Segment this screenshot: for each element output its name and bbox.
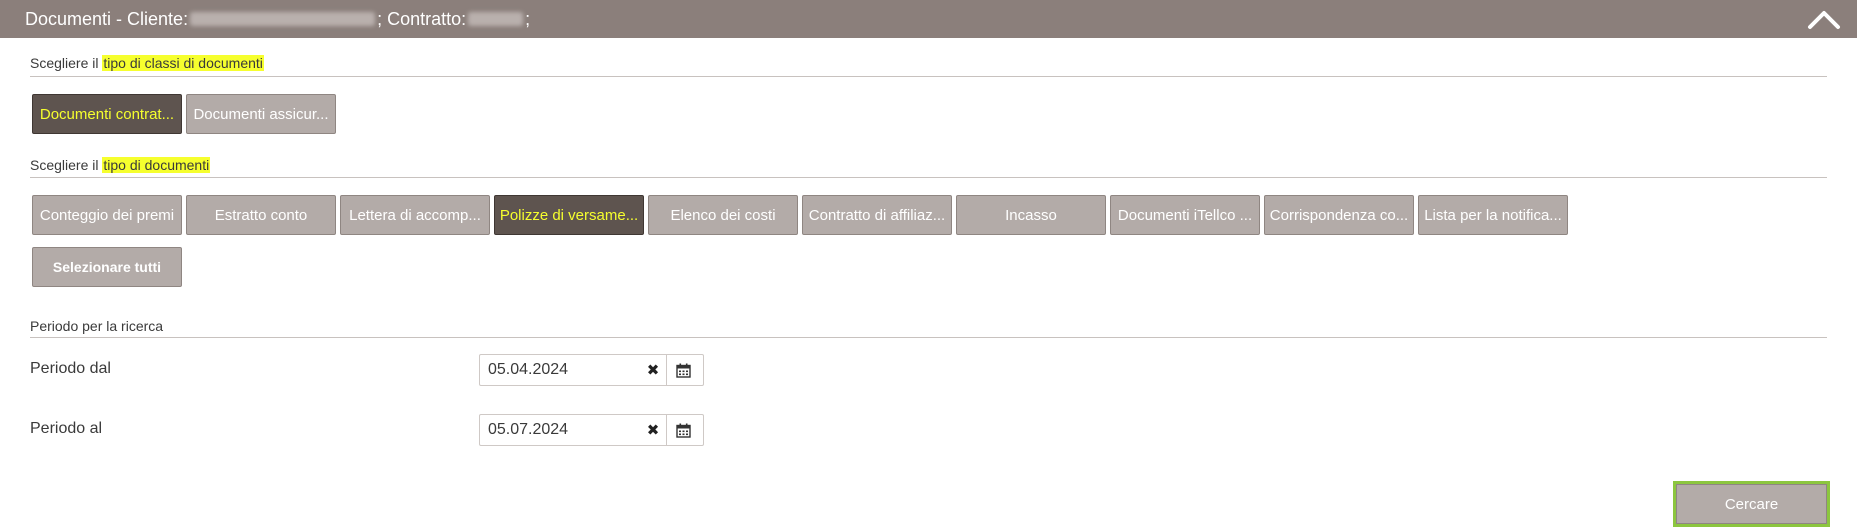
chevron-up-icon: [1808, 11, 1840, 29]
period-from-datepicker: ✖: [479, 354, 704, 386]
class-button-label: Documenti assicur...: [193, 105, 329, 123]
class-button-contract-docs[interactable]: Documenti contrat...: [32, 94, 182, 134]
class-section-label: Scegliere il tipo di classi di documenti: [30, 55, 264, 71]
period-to-label: Periodo al: [30, 420, 103, 437]
type-button-label: Polizze di versame...: [499, 206, 639, 224]
header-suffix: ;: [525, 8, 531, 29]
select-all-label: Selezionare tutti: [52, 259, 162, 275]
class-button-label: Documenti contrat...: [39, 105, 175, 123]
type-button-collection[interactable]: Incasso: [956, 195, 1106, 235]
calendar-button[interactable]: [666, 355, 700, 385]
type-button-label: Contratto di affiliaz...: [808, 206, 946, 224]
client-name-redacted: [190, 12, 376, 26]
period-section-label: Periodo per la ricerca: [30, 318, 164, 334]
period-from-input[interactable]: [480, 356, 640, 384]
calendar-button[interactable]: [666, 415, 700, 445]
type-button-affiliation-contract[interactable]: Contratto di affiliaz...: [802, 195, 952, 235]
type-button-label: Elenco dei costi: [670, 206, 776, 224]
class-label-highlight: tipo di classi di documenti: [102, 55, 264, 71]
type-button-itellco-docs[interactable]: Documenti iTellco ...: [1110, 195, 1260, 235]
type-label-highlight: tipo di documenti: [102, 157, 211, 173]
period-to-datepicker: ✖: [479, 414, 704, 446]
type-button-cover-letter[interactable]: Lettera di accomp...: [340, 195, 490, 235]
class-button-insurance-docs[interactable]: Documenti assicur...: [186, 94, 336, 134]
period-section-divider: [30, 337, 1827, 338]
period-from-label: Periodo dal: [30, 360, 111, 377]
collapse-button[interactable]: [1807, 3, 1841, 35]
class-label-prefix: Scegliere il: [30, 55, 99, 71]
header-title: Documenti - Cliente:: [25, 8, 189, 29]
type-button-label: Incasso: [1005, 206, 1057, 224]
calendar-icon: [676, 423, 691, 438]
panel-header: Documenti - Cliente: ; Contratto: ;: [0, 0, 1857, 38]
search-button-label: Cercare: [1724, 495, 1779, 513]
type-button-label: Estratto conto: [214, 206, 308, 224]
type-button-label: Documenti iTellco ...: [1117, 206, 1253, 224]
type-button-cost-list[interactable]: Elenco dei costi: [648, 195, 798, 235]
clear-x-icon[interactable]: ✖: [640, 355, 666, 385]
type-button-label: Lettera di accomp...: [349, 206, 481, 224]
type-button-notification-list[interactable]: Lista per la notifica...: [1418, 195, 1568, 235]
period-to-input[interactable]: [480, 416, 640, 444]
type-section-divider: [30, 177, 1827, 178]
type-button-premium-count[interactable]: Conteggio dei premi: [32, 195, 182, 235]
select-all-button[interactable]: Selezionare tutti: [32, 247, 182, 287]
type-button-correspondence[interactable]: Corrispondenza co...: [1264, 195, 1414, 235]
type-label-prefix: Scegliere il: [30, 157, 99, 173]
type-button-label: Lista per la notifica...: [1424, 206, 1562, 224]
type-button-payment-slips[interactable]: Polizze di versame...: [494, 195, 644, 235]
search-button[interactable]: Cercare: [1673, 481, 1830, 527]
clear-x-icon[interactable]: ✖: [640, 415, 666, 445]
calendar-icon: [676, 363, 691, 378]
header-contract-label: ; Contratto:: [377, 8, 467, 29]
type-button-account-statement[interactable]: Estratto conto: [186, 195, 336, 235]
contract-number-redacted: [468, 12, 524, 26]
type-button-label: Conteggio dei premi: [39, 206, 175, 224]
type-section-label: Scegliere il tipo di documenti: [30, 157, 211, 173]
type-button-label: Corrispondenza co...: [1269, 206, 1409, 224]
class-section-divider: [30, 76, 1827, 77]
